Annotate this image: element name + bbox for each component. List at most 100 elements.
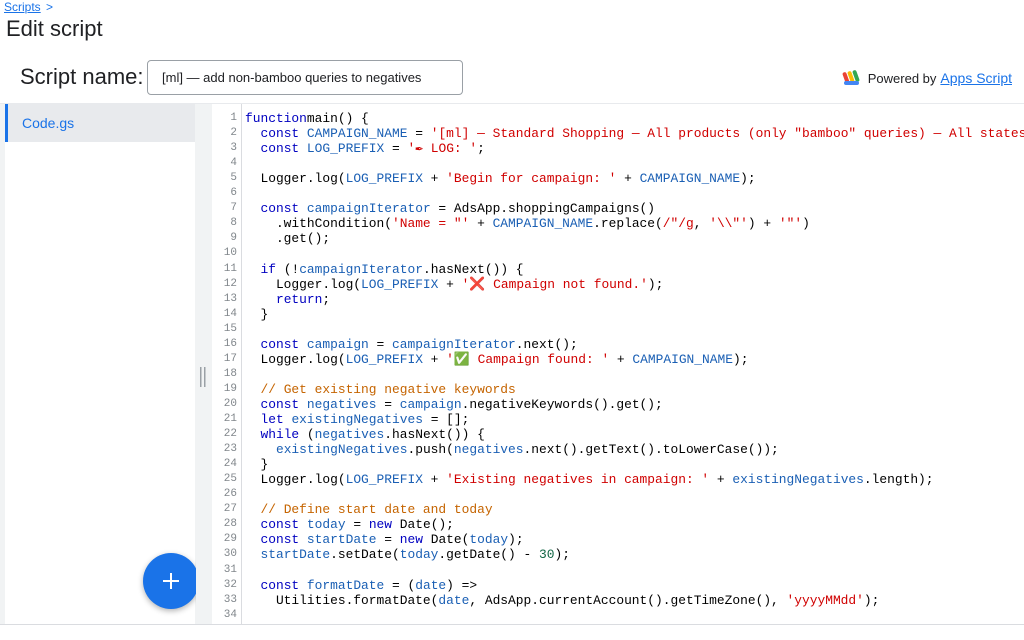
code-token: + <box>469 216 493 232</box>
powered-by: Powered by Apps Script <box>842 68 1012 88</box>
line-number: 24 <box>223 458 237 471</box>
top-bar: Scripts > Edit script <box>0 0 1024 50</box>
code-line[interactable]: existingNegatives.push(negatives.next().… <box>245 442 779 457</box>
code-line[interactable]: while (negatives.hasNext()) { <box>245 427 484 442</box>
line-number: 3 <box>230 142 237 155</box>
code-token: ); <box>863 592 880 608</box>
code-token: 30 <box>539 547 555 563</box>
code-token: = <box>376 396 400 412</box>
line-number: 25 <box>223 473 237 486</box>
code-token: ) <box>802 216 810 232</box>
code-token: Logger.log( <box>245 171 346 187</box>
code-token: CAMPAIGN_NAME <box>632 351 733 367</box>
line-number: 27 <box>223 503 237 516</box>
code-token: campaign <box>299 336 369 352</box>
code-line[interactable]: // Get existing negative keywords <box>245 382 515 397</box>
code-token: 'Existing negatives in campaign: ' <box>446 472 710 488</box>
breadcrumb-separator: > <box>46 0 54 14</box>
code-token: date <box>415 577 447 593</box>
file-item-code-gs[interactable]: Code.gs <box>5 104 195 142</box>
code-token: '[ml] — Standard Shopping — All products… <box>430 126 1024 142</box>
line-number: 15 <box>223 322 237 335</box>
code-token: if <box>260 261 276 277</box>
code-token: const <box>260 577 300 593</box>
code-token: , <box>693 216 710 232</box>
code-token: Utilities.formatDate( <box>245 592 439 608</box>
code-line[interactable]: Logger.log(LOG_PREFIX + 'Begin for campa… <box>245 171 755 187</box>
code-line[interactable]: .get(); <box>245 231 330 246</box>
add-file-button[interactable] <box>143 553 199 609</box>
code-token: date <box>438 592 470 608</box>
code-token: const <box>260 517 300 533</box>
code-editor[interactable]: 1 functionmain() {2 const CAMPAIGN_NAME =… <box>212 104 1024 624</box>
line-number: 22 <box>223 428 237 441</box>
code-token: } <box>245 457 269 473</box>
code-token: existingNegatives <box>732 472 864 488</box>
drag-handle-icon <box>200 367 206 387</box>
line-number: 32 <box>223 578 237 591</box>
code-token: = <box>407 126 431 142</box>
line-number: 7 <box>230 202 237 215</box>
code-token: = <box>376 532 400 548</box>
apps-script-link[interactable]: Apps Script <box>940 70 1012 86</box>
code-line[interactable]: } <box>245 307 268 322</box>
code-line[interactable]: Logger.log(LOG_PREFIX + '✅ Campaign foun… <box>245 352 748 367</box>
line-number: 1 <box>230 112 237 124</box>
code-line[interactable]: } <box>245 457 268 472</box>
line-number: 19 <box>223 382 237 395</box>
code-line[interactable]: const startDate = new Date(today); <box>245 532 523 548</box>
code-token: const <box>260 532 300 548</box>
breadcrumb: Scripts > <box>4 0 53 14</box>
line-number: 26 <box>223 488 237 501</box>
line-number-gutter-border <box>241 104 242 624</box>
code-line[interactable]: const negatives = campaign.negativeKeywo… <box>245 396 662 412</box>
pane-splitter[interactable] <box>196 104 212 624</box>
line-number: 8 <box>230 217 237 230</box>
code-line[interactable]: functionmain() { <box>245 111 369 126</box>
code-token: Date(); <box>392 517 454 533</box>
code-token: ); <box>647 276 664 292</box>
code-line[interactable]: Logger.log(LOG_PREFIX + '❌ Campaign not … <box>245 277 663 292</box>
code-line[interactable]: const LOG_PREFIX = '✒ LOG: '; <box>245 141 484 157</box>
code-line[interactable]: const formatDate = (date) => <box>245 578 477 593</box>
line-number: 13 <box>223 292 237 305</box>
code-line[interactable]: startDate.setDate(today.getDate() - 30); <box>245 547 569 563</box>
code-line[interactable]: return; <box>245 292 330 307</box>
code-token: campaignIterator <box>299 261 423 277</box>
script-name-input[interactable] <box>147 60 463 95</box>
code-token: .push( <box>407 442 454 458</box>
code-token: LOG_PREFIX <box>361 276 439 292</box>
code-line[interactable]: Logger.log(LOG_PREFIX + 'Existing negati… <box>245 472 933 488</box>
script-name-label: Script name: <box>20 64 144 89</box>
code-token: .get(); <box>245 231 331 247</box>
code-line[interactable]: Utilities.formatDate(date, AdsApp.curren… <box>245 593 879 608</box>
code-line[interactable]: const campaign = campaignIterator.next()… <box>245 336 577 352</box>
code-token: '✒ LOG: ' <box>407 141 478 157</box>
code-line[interactable]: let existingNegatives = []; <box>245 412 469 427</box>
code-token: '❌ Campaign not found.' <box>461 276 648 292</box>
line-number: 11 <box>223 262 237 275</box>
line-number: 30 <box>223 548 237 561</box>
code-token: existingNegatives <box>275 442 408 458</box>
code-line[interactable]: .withCondition('Name = "' + CAMPAIGN_NAM… <box>245 216 810 231</box>
code-line[interactable]: const CAMPAIGN_NAME = '[ml] — Standard S… <box>245 126 1024 141</box>
code-token: + <box>422 472 447 488</box>
code-token: /"/g <box>662 216 694 232</box>
code-line[interactable]: const campaignIterator = AdsApp.shopping… <box>245 201 655 216</box>
breadcrumb-scripts-link[interactable]: Scripts <box>4 0 41 14</box>
code-line[interactable]: if (!campaignIterator.hasNext()) { <box>245 261 523 277</box>
code-token: new <box>399 532 423 548</box>
code-token: ) => <box>446 577 478 593</box>
line-number: 5 <box>230 172 237 185</box>
code-line[interactable]: const today = new Date(); <box>245 517 454 533</box>
code-token: today <box>299 517 346 533</box>
code-line[interactable]: // Define start date and today <box>245 502 492 517</box>
code-token: LOG_PREFIX <box>345 171 423 187</box>
code-token: '✅ Campaign found: ' <box>446 351 610 367</box>
